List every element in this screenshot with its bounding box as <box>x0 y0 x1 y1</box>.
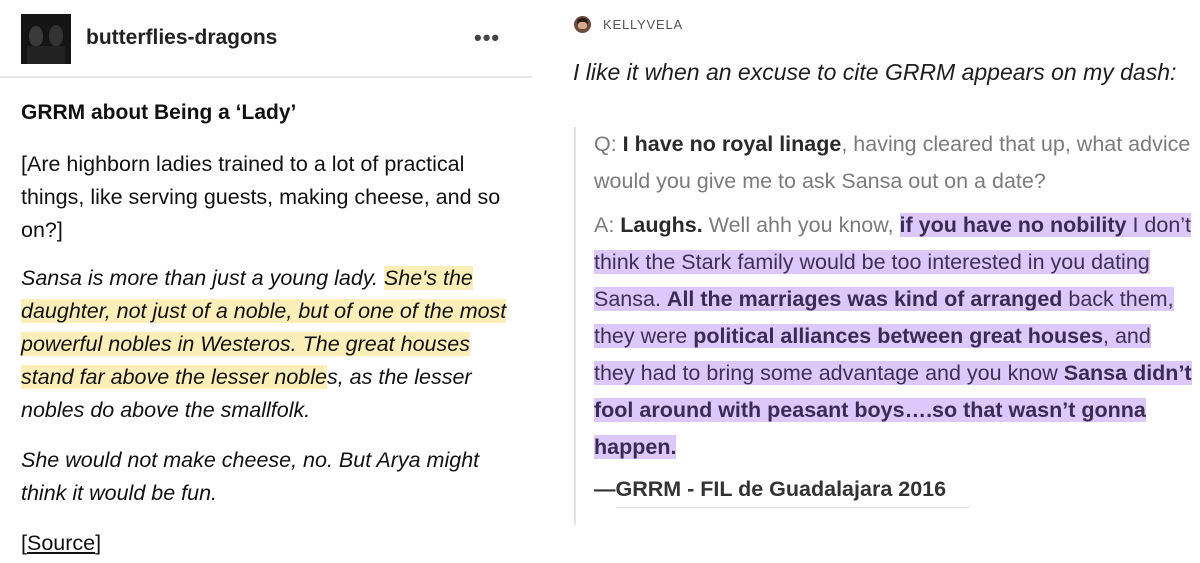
avatar-face <box>578 22 587 29</box>
a-text: Well ahh you know, <box>702 213 900 237</box>
source-line: [Source] <box>21 528 101 558</box>
blockquote-bar <box>574 127 576 525</box>
a-prefix: A: <box>594 213 621 237</box>
blog-username[interactable]: butterflies-dragons <box>86 26 277 50</box>
a-bold: Laughs. <box>620 213 703 237</box>
post-title: GRRM about Being a ‘Lady’ <box>21 101 297 124</box>
citation: —GRRM - FIL de Guadalajara 2016 <box>594 477 947 501</box>
source-bracket-close: ] <box>95 531 102 555</box>
header-divider <box>0 76 532 78</box>
blog-avatar[interactable] <box>21 14 71 64</box>
more-options-icon[interactable]: ••• <box>474 26 500 50</box>
post-answer: Sansa is more than just a young lady. Sh… <box>21 262 516 427</box>
avatar-face-2 <box>49 25 63 46</box>
post-question: [Are highborn ladies trained to a lot of… <box>21 152 501 242</box>
post-answer-2: She would not make cheese, no. But Arya … <box>21 448 480 505</box>
reblog-avatar[interactable] <box>574 16 591 33</box>
avatar-shadow <box>27 46 65 64</box>
quote-answer: A: Laughs. Well ahh you know, if you hav… <box>594 207 1194 466</box>
reblog-intro: I like it when an excuse to cite GRRM ap… <box>573 59 1177 85</box>
hl2-bold: All the marriages was kind of arranged <box>666 287 1063 311</box>
reblog-username[interactable]: KELLYVELA <box>603 17 683 32</box>
citation-underline <box>616 507 970 508</box>
quote-question: Q: I have no royal linage, having cleare… <box>594 126 1194 200</box>
highlight-1: if you have no nobility I don’t think th… <box>594 213 1192 459</box>
answer-plain: Sansa is more than just a young lady. <box>21 266 384 290</box>
hl3-bold: political alliances between great houses <box>693 324 1104 348</box>
avatar-face-1 <box>29 26 43 46</box>
left-post: butterflies-dragons ••• GRRM about Being… <box>0 0 532 563</box>
hl1-bold: if you have no nobility <box>899 213 1127 237</box>
source-link[interactable]: Source <box>27 531 95 555</box>
q-prefix: Q: <box>594 132 623 156</box>
q-bold: I have no royal linage <box>622 132 842 156</box>
